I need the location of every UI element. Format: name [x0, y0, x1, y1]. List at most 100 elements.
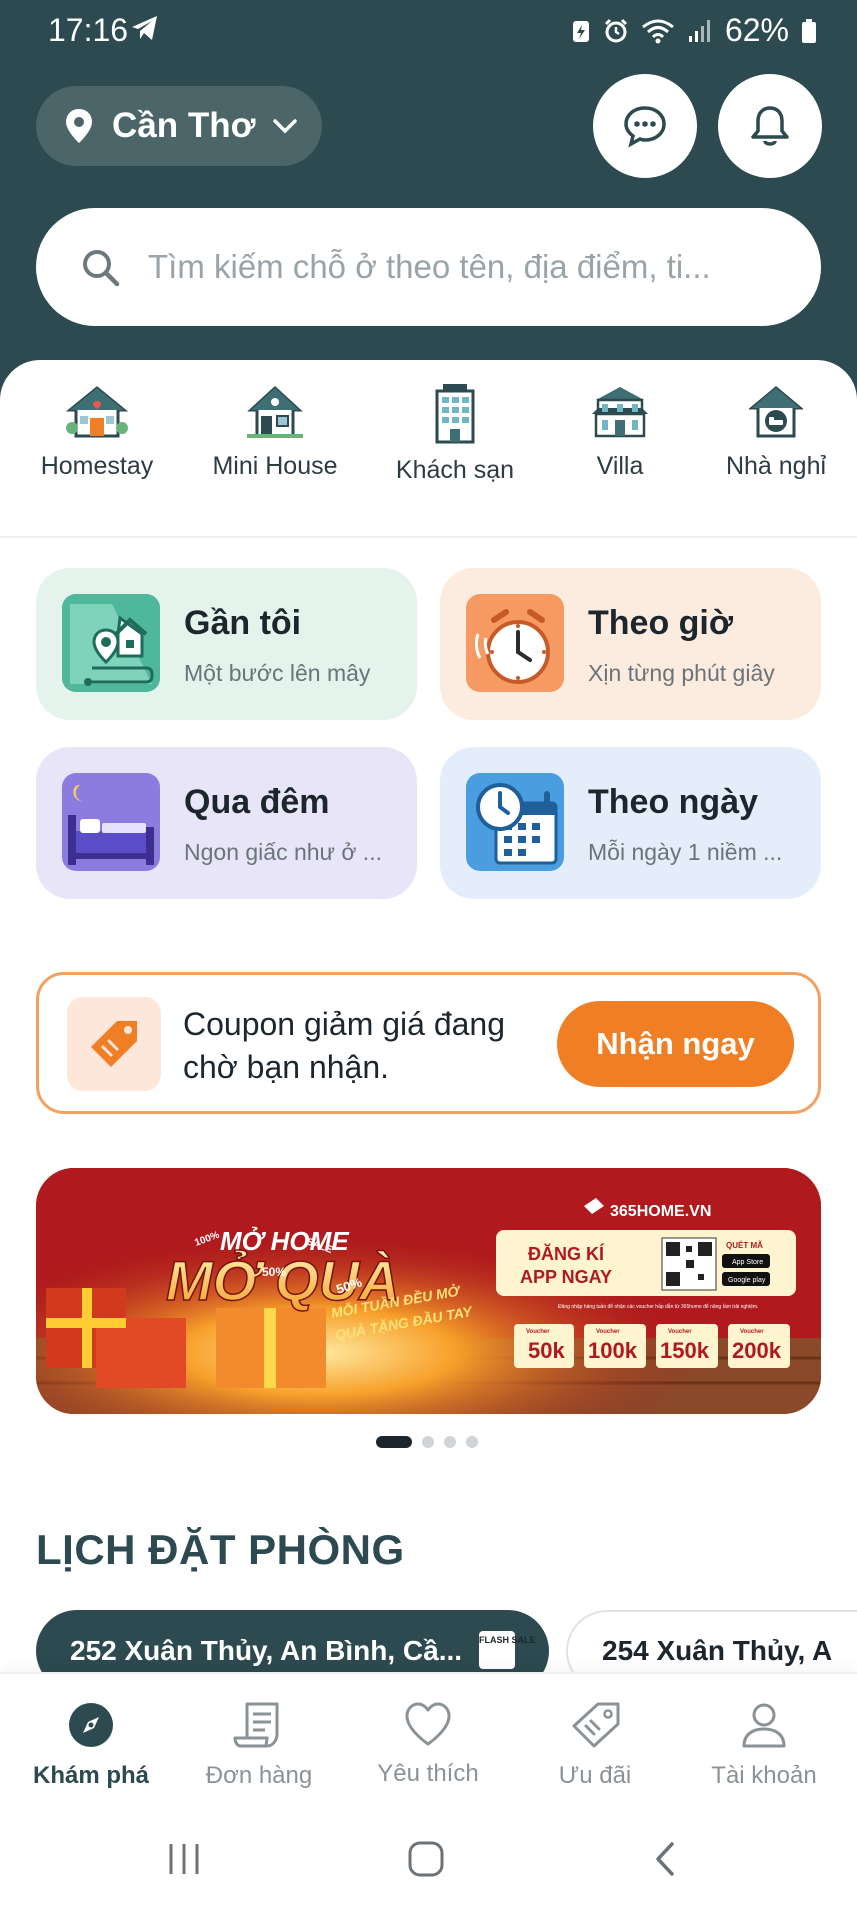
- booking-section-title: LỊCH ĐẶT PHÒNG: [36, 1526, 405, 1573]
- location-pin-icon: [66, 109, 92, 143]
- battery-icon: [802, 18, 816, 43]
- category-label: Homestay: [40, 452, 154, 480]
- system-navigation-bar: [0, 1812, 857, 1911]
- option-title: Theo giờ: [588, 604, 734, 642]
- nav-explore[interactable]: Khám phá: [6, 1700, 176, 1790]
- status-icons: 62%: [571, 12, 817, 49]
- banner-percent-2: 50%: [262, 1265, 286, 1279]
- nav-account[interactable]: Tài khoản: [679, 1700, 849, 1790]
- nav-deals[interactable]: Ưu đãi: [510, 1700, 680, 1790]
- option-title: Qua đêm: [184, 783, 330, 821]
- voucher-100: 100k: [588, 1338, 638, 1363]
- option-title: Gần tôi: [184, 604, 302, 642]
- google-play-label: Google play: [728, 1277, 766, 1284]
- category-label: Villa: [596, 452, 644, 480]
- banner-note: Đăng nhập hàng tuần để nhận các voucher …: [558, 1303, 758, 1310]
- chevron-down-icon: [272, 119, 297, 134]
- category-villa[interactable]: Villa: [545, 384, 695, 481]
- banner-cta: ĐĂNG KÍ: [528, 1243, 605, 1264]
- status-time: 17:16: [48, 12, 129, 48]
- homestay-icon: [66, 386, 128, 438]
- battery-percent: 62%: [724, 12, 789, 48]
- option-subtitle: Ngon giấc như ở ...: [184, 839, 382, 865]
- option-subtitle: Xịn từng phút giây: [588, 660, 775, 686]
- notification-button[interactable]: [718, 74, 822, 178]
- coupon-banner: Coupon giảm giá đang chờ bạn nhận. Nhận …: [36, 972, 821, 1114]
- coupon-text: Coupon giảm giá đang chờ bạn nhận.: [183, 1006, 506, 1085]
- location-selector[interactable]: Cần Thơ: [36, 86, 322, 166]
- booking-address: 254 Xuân Thủy, A: [602, 1635, 833, 1666]
- banner-qr-label: QUÉT MÃ: [726, 1241, 763, 1250]
- calendar-clock-icon: [466, 773, 564, 871]
- chat-button[interactable]: [593, 74, 697, 178]
- category-hotel[interactable]: Khách sạn: [380, 384, 530, 485]
- voucher-label: Voucher: [740, 1329, 764, 1335]
- header: 17:16 62% Cần Thơ: [0, 0, 857, 410]
- battery-saver-icon: [572, 20, 589, 42]
- option-subtitle: Một bước lên mây: [184, 660, 371, 686]
- chat-icon: [624, 106, 666, 148]
- status-bar: 17:16 62%: [0, 0, 857, 60]
- bed-moon-icon: [62, 773, 160, 871]
- voucher-label: Voucher: [526, 1329, 550, 1335]
- search-bar[interactable]: [36, 208, 821, 326]
- mini-house-icon: [247, 385, 303, 438]
- option-title: Theo ngày: [588, 783, 759, 821]
- nav-favorites[interactable]: Yêu thích: [343, 1700, 513, 1788]
- banner-brand: 365HOME.VN: [610, 1203, 711, 1220]
- category-motel[interactable]: Nhà nghỉ: [701, 384, 851, 481]
- alarm-icon: [604, 18, 628, 42]
- app-store-label: App Store: [732, 1259, 763, 1266]
- user-icon: [742, 1703, 786, 1748]
- claim-coupon-button[interactable]: Nhận ngay: [557, 1001, 794, 1087]
- back-icon[interactable]: [652, 1840, 678, 1878]
- villa-icon: [592, 387, 648, 438]
- option-overnight[interactable]: Qua đêm Ngon giấc như ở ...: [36, 747, 417, 899]
- map-pin-house-icon: [62, 594, 160, 692]
- category-homestay[interactable]: Homestay: [22, 384, 172, 481]
- bell-icon: [751, 106, 789, 146]
- recent-apps-icon[interactable]: [166, 1840, 202, 1878]
- telegram-icon: [132, 16, 157, 40]
- search-icon: [83, 250, 120, 287]
- home-icon[interactable]: [407, 1840, 445, 1878]
- alarm-clock-icon: [466, 594, 564, 692]
- banner-cta-2: APP NGAY: [520, 1267, 612, 1287]
- pagination-dot-active[interactable]: [376, 1436, 412, 1448]
- category-label: Nhà nghỉ: [725, 452, 827, 480]
- coupon-tag-icon: [67, 997, 161, 1091]
- promo-banner[interactable]: MỞ HOME MỞ QUÀ MỖI TUẦN ĐỀU MỞ QUÀ TẶNG …: [36, 1168, 821, 1414]
- pagination-dot[interactable]: [444, 1436, 456, 1448]
- search-input[interactable]: [148, 248, 788, 286]
- voucher-50: 50k: [528, 1338, 565, 1363]
- option-daily[interactable]: Theo ngày Mỗi ngày 1 niềm ...: [440, 747, 821, 899]
- nav-label: Khám phá: [32, 1762, 149, 1789]
- wifi-icon: [642, 19, 674, 43]
- tag-icon: [572, 1702, 620, 1748]
- booking-address: 252 Xuân Thủy, An Bình, Cầ...: [70, 1635, 463, 1666]
- location-label: Cần Thơ: [112, 106, 256, 145]
- category-bar: Homestay Mini House Khách sạn Villa Nhà …: [0, 360, 857, 538]
- voucher-label: Voucher: [668, 1329, 692, 1335]
- promo-banner-art: MỞ HOME MỞ QUÀ MỖI TUẦN ĐỀU MỞ QUÀ TẶNG …: [36, 1168, 821, 1414]
- pagination-dot[interactable]: [466, 1436, 478, 1448]
- hotel-icon: [435, 384, 475, 444]
- category-mini-house[interactable]: Mini House: [200, 384, 350, 481]
- receipt-icon: [233, 1702, 279, 1748]
- nav-orders[interactable]: Đơn hàng: [174, 1700, 344, 1790]
- option-near-me[interactable]: Gần tôi Một bước lên mây: [36, 568, 417, 720]
- motel-icon: [749, 386, 803, 438]
- option-hourly[interactable]: Theo giờ Xịn từng phút giây: [440, 568, 821, 720]
- compass-icon: [69, 1703, 113, 1747]
- signal-icon: [688, 19, 710, 42]
- banner-pagination: [376, 1436, 478, 1448]
- voucher-150: 150k: [660, 1338, 710, 1363]
- nav-label: Yêu thích: [377, 1760, 479, 1787]
- nav-label: Đơn hàng: [205, 1762, 313, 1789]
- flash-sale-badge: FLASH SALE: [479, 1631, 536, 1669]
- nav-label: Tài khoản: [711, 1762, 817, 1789]
- pagination-dot[interactable]: [422, 1436, 434, 1448]
- option-subtitle: Mỗi ngày 1 niềm ...: [588, 839, 783, 865]
- category-label: Khách sạn: [395, 456, 515, 484]
- bottom-navigation: Khám phá Đơn hàng Yêu thích Ưu đãi Tài k…: [0, 1672, 857, 1812]
